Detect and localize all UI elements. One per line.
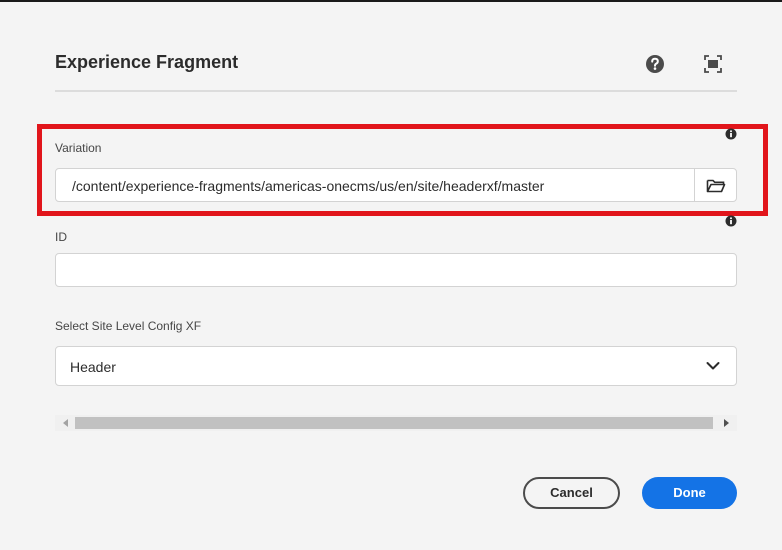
horizontal-scrollbar[interactable]	[55, 415, 737, 431]
scroll-right-arrow-icon[interactable]	[724, 419, 729, 427]
folder-icon	[706, 179, 726, 193]
site-config-value: Header	[70, 359, 116, 375]
fullscreen-icon[interactable]	[703, 54, 723, 74]
help-icon[interactable]	[645, 54, 665, 74]
id-input[interactable]	[55, 253, 737, 287]
cancel-button[interactable]: Cancel	[523, 477, 620, 509]
id-label: ID	[55, 230, 67, 244]
info-icon[interactable]	[725, 214, 737, 227]
scroll-left-arrow-icon[interactable]	[63, 419, 68, 427]
top-border	[0, 0, 782, 2]
site-config-select[interactable]: Header	[55, 346, 737, 386]
done-button[interactable]: Done	[642, 477, 737, 509]
variation-input[interactable]: /content/experience-fragments/americas-o…	[55, 168, 695, 202]
browse-button[interactable]	[694, 168, 737, 202]
dialog-title: Experience Fragment	[55, 52, 239, 72]
info-icon[interactable]	[725, 127, 737, 140]
scroll-thumb[interactable]	[75, 417, 713, 429]
header-divider	[55, 90, 737, 92]
chevron-down-icon	[706, 362, 720, 370]
variation-label: Variation	[55, 141, 102, 155]
site-config-label: Select Site Level Config XF	[55, 319, 202, 333]
